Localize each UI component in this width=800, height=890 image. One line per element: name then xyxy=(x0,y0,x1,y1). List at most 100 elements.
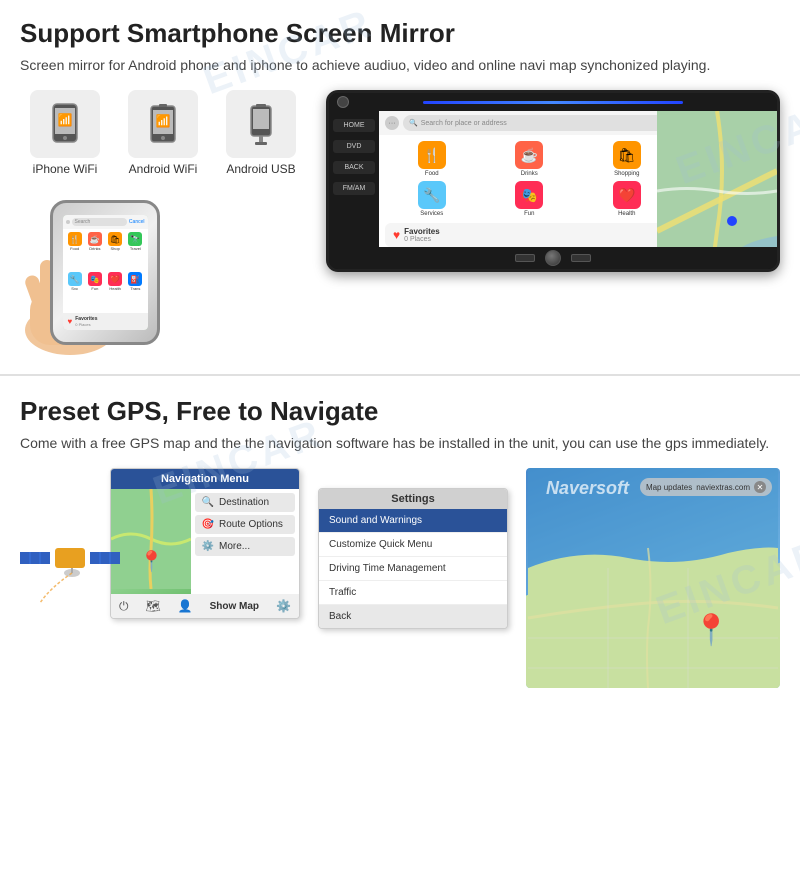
phone-fav-sub: 0 Places xyxy=(75,322,97,327)
mirror-left-panel: 📶 iPhone WiFi 📶 xyxy=(20,90,306,360)
phone-icon-trans-circle: ⛽ xyxy=(128,272,142,286)
car-btn-home[interactable]: HOME xyxy=(333,119,375,132)
phone-icon-svc-circle: 🔧 xyxy=(68,272,82,286)
carplay-icon-food[interactable]: 🍴 Food xyxy=(385,141,479,177)
phone-icon-health-label: Health xyxy=(109,286,121,291)
car-map-svg: 7° xyxy=(657,111,777,247)
settings-item-sound[interactable]: Sound and Warnings xyxy=(319,509,507,533)
section-mirror: EINCAR EINCAR Support Smartphone Screen … xyxy=(0,0,800,370)
carplay-icon-fun[interactable]: 🎭 Fun xyxy=(483,181,577,217)
map-update-close[interactable]: ✕ xyxy=(754,481,766,493)
car-unit-top xyxy=(329,93,777,111)
mirror-icons-row: 📶 iPhone WiFi 📶 xyxy=(20,90,306,176)
settings-item-traffic[interactable]: Traffic xyxy=(319,581,507,605)
phone-icon-health: ❤️Health xyxy=(106,272,124,310)
nav-menu-footer: ⏻ 🗺 👤 Show Map ⚙️ xyxy=(111,594,299,618)
section-gps: EINCAR EINCAR Preset GPS, Free to Naviga… xyxy=(0,380,800,698)
phone-fav-text-area: Favorites 0 Places xyxy=(75,316,97,327)
phone-screen: Search Cancel 🍴Food ☕Drinks 🛍Shop 🔭Trave… xyxy=(63,215,148,330)
section1-desc: Screen mirror for Android phone and ipho… xyxy=(20,55,780,76)
nav-map2-icon: 🗺 xyxy=(145,599,160,613)
settings-back-button[interactable]: Back xyxy=(319,605,507,628)
car-head-unit: HOME DVD BACK FM/AM ··· 🔍 Search for pla… xyxy=(326,90,780,272)
car-unit-container: HOME DVD BACK FM/AM ··· 🔍 Search for pla… xyxy=(316,90,780,272)
destination-icon: 🔍 xyxy=(201,497,215,508)
carplay-food-label: Food xyxy=(425,171,439,177)
settings-box: Settings Sound and Warnings Customize Qu… xyxy=(318,488,508,629)
car-power-button[interactable] xyxy=(337,96,349,108)
map-update-link: naviextras.com xyxy=(696,483,750,492)
phone-nav-bar: Search Cancel xyxy=(63,215,148,229)
carplay-food-circle: 🍴 xyxy=(418,141,446,169)
carplay-drinks-label: Drinks xyxy=(521,171,538,177)
nav-menu-more[interactable]: ⚙️ More... xyxy=(195,537,295,556)
more-icon: ⚙️ xyxy=(201,541,215,552)
carplay-fun-circle: 🎭 xyxy=(515,181,543,209)
destination-label: Destination xyxy=(219,497,269,508)
carplay-icon-services[interactable]: 🔧 Services xyxy=(385,181,479,217)
iphone-wifi-label: iPhone WiFi xyxy=(33,162,98,176)
nav-menu-box: Navigation Menu 📍 🔍 Destination xyxy=(110,468,300,619)
car-btn-back[interactable]: BACK xyxy=(333,161,375,174)
settings-item-driving[interactable]: Driving Time Management xyxy=(319,557,507,581)
nav-map-pin-icon: 📍 xyxy=(139,549,164,574)
phone-hand-area: Search Cancel 🍴Food ☕Drinks 🛍Shop 🔭Trave… xyxy=(20,190,190,360)
car-usb-port2 xyxy=(571,254,591,262)
phone-icon-trans-label: Trans xyxy=(130,286,140,291)
car-btn-fmam[interactable]: FM/AM xyxy=(333,182,375,195)
carplay-search-text: Search for place or address xyxy=(421,120,507,127)
phone-icon-food-label: Food xyxy=(70,246,79,251)
nav-power-icon: ⏻ xyxy=(119,599,129,614)
gps-map-location-pin: 📍 xyxy=(693,613,730,648)
phone-favorites: ♥ Favorites 0 Places xyxy=(63,313,148,330)
android-usb-label: Android USB xyxy=(226,162,295,176)
car-volume-knob[interactable] xyxy=(545,250,561,266)
android-usb-icon xyxy=(241,102,281,146)
search-icon: 🔍 xyxy=(409,119,418,127)
carplay-services-label: Services xyxy=(420,211,443,217)
phone-icon-food: 🍴Food xyxy=(66,232,84,270)
show-map-label: Show Map xyxy=(210,601,259,612)
nav-menu-header: Navigation Menu xyxy=(111,469,299,489)
satellite-svg xyxy=(20,518,120,608)
nav-profile-icon: 👤 xyxy=(178,599,193,613)
nav-settings-icon: ⚙️ xyxy=(276,599,291,613)
phone-icon-fun-label: Fun xyxy=(91,286,98,291)
car-map-overlay: 7° xyxy=(657,111,777,247)
nav-menu-route[interactable]: 🎯 Route Options xyxy=(195,515,295,534)
carplay-drinks-circle: ☕ xyxy=(515,141,543,169)
car-led-strip xyxy=(423,101,682,104)
phone-icon-fun: 🎭Fun xyxy=(86,272,104,310)
section-divider xyxy=(0,374,800,376)
carplay-icon-drinks[interactable]: ☕ Drinks xyxy=(483,141,577,177)
favorites-label: Favorites xyxy=(404,227,440,236)
nav-menu-area: Navigation Menu 📍 🔍 Destination xyxy=(110,468,300,688)
android-usb-item: Android USB xyxy=(216,90,306,176)
nav-menu-items-list: 🔍 Destination 🎯 Route Options ⚙️ More... xyxy=(191,489,299,594)
gps-right-map: Naversoft 📍 Map updates naviextras.com ✕ xyxy=(526,468,780,688)
phone-icon-travel-circle: 🔭 xyxy=(128,232,142,246)
gps-brand-text: Naversoft xyxy=(546,478,629,499)
android-usb-icon-box xyxy=(226,90,296,158)
phone-mockup: Search Cancel 🍴Food ☕Drinks 🛍Shop 🔭Trave… xyxy=(50,200,160,345)
nav-menu-map-area: 📍 xyxy=(111,489,191,594)
phone-icon-shop-label: Shop xyxy=(110,246,119,251)
phone-icon-svc: 🔧Svc xyxy=(66,272,84,310)
nav-menu-body: 📍 🔍 Destination 🎯 Route Options ⚙️ xyxy=(111,489,299,594)
nav-menu-destination[interactable]: 🔍 Destination xyxy=(195,493,295,512)
phone-cancel: Cancel xyxy=(129,219,145,225)
route-label: Route Options xyxy=(219,519,283,530)
phone-icon-fun-circle: 🎭 xyxy=(88,272,102,286)
car-unit-bottom xyxy=(329,247,777,269)
settings-item-quick[interactable]: Customize Quick Menu xyxy=(319,533,507,557)
phone-icon-food-circle: 🍴 xyxy=(68,232,82,246)
phone-icon-drinks: ☕Drinks xyxy=(86,232,104,270)
car-btn-dvd[interactable]: DVD xyxy=(333,140,375,153)
svg-text:📶: 📶 xyxy=(156,114,171,128)
car-screen: ··· 🔍 Search for place or address Cancel… xyxy=(379,111,777,247)
favorites-text-area: Favorites 0 Places xyxy=(404,227,440,243)
svg-text:📶: 📶 xyxy=(58,113,73,127)
phone-icon-shop: 🛍Shop xyxy=(106,232,124,270)
carplay-shopping-label: Shopping xyxy=(614,171,639,177)
car-usb-port xyxy=(515,254,535,262)
